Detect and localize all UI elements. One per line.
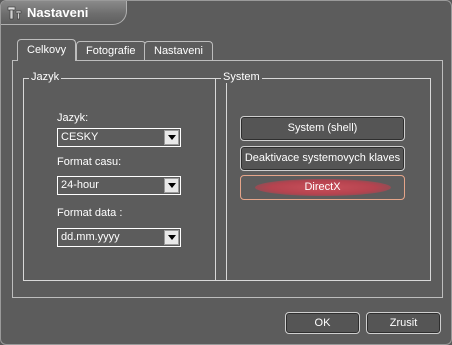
- directx-label: DirectX: [304, 181, 341, 193]
- system-groupbox: System System (shell) Deaktivace systemo…: [215, 71, 431, 281]
- tab-nastaveni[interactable]: Nastaveni: [144, 41, 213, 61]
- language-value: CESKY: [61, 131, 99, 143]
- cancel-button[interactable]: Zrusit: [366, 312, 441, 334]
- system-legend: System: [221, 71, 262, 83]
- jazyk-legend: Jazyk: [29, 71, 62, 83]
- window-title: Nastaveni: [27, 5, 89, 20]
- language-label: Jazyk:: [57, 112, 89, 124]
- date-format-select[interactable]: dd.mm.yyyy: [57, 228, 181, 247]
- ok-label: OK: [314, 317, 331, 329]
- directx-button[interactable]: DirectX: [240, 175, 405, 200]
- time-format-value: 24-hour: [61, 179, 99, 191]
- settings-window: Nastaveni Celkovy Fotografie Nastaveni J…: [0, 0, 452, 345]
- deactivate-keys-label: Deaktivace systemovych klaves: [244, 152, 401, 164]
- jazyk-groupbox: Jazyk Jazyk: CESKY Format casu: 24-hour …: [23, 71, 227, 281]
- tab-fotografie[interactable]: Fotografie: [76, 41, 146, 61]
- time-format-label: Format casu:: [57, 156, 122, 168]
- ok-button[interactable]: OK: [285, 312, 360, 334]
- system-shell-label: System (shell): [287, 122, 358, 134]
- date-format-value: dd.mm.yyyy: [61, 231, 120, 243]
- language-select[interactable]: CESKY: [57, 128, 181, 147]
- date-format-label: Format data :: [57, 207, 123, 219]
- chevron-down-icon[interactable]: [164, 178, 179, 193]
- system-shell-button[interactable]: System (shell): [240, 116, 405, 141]
- chevron-down-icon[interactable]: [164, 130, 179, 145]
- tab-celkovy[interactable]: Celkovy: [17, 39, 77, 61]
- tab-content-panel: Jazyk Jazyk: CESKY Format casu: 24-hour …: [12, 60, 443, 298]
- cancel-label: Zrusit: [389, 317, 418, 329]
- settings-tool-icon: [7, 5, 23, 21]
- chevron-down-icon[interactable]: [164, 230, 179, 245]
- deactivate-keys-button[interactable]: Deaktivace systemovych klaves: [240, 146, 405, 171]
- time-format-select[interactable]: 24-hour: [57, 176, 181, 195]
- title-bar[interactable]: Nastaveni: [1, 1, 127, 25]
